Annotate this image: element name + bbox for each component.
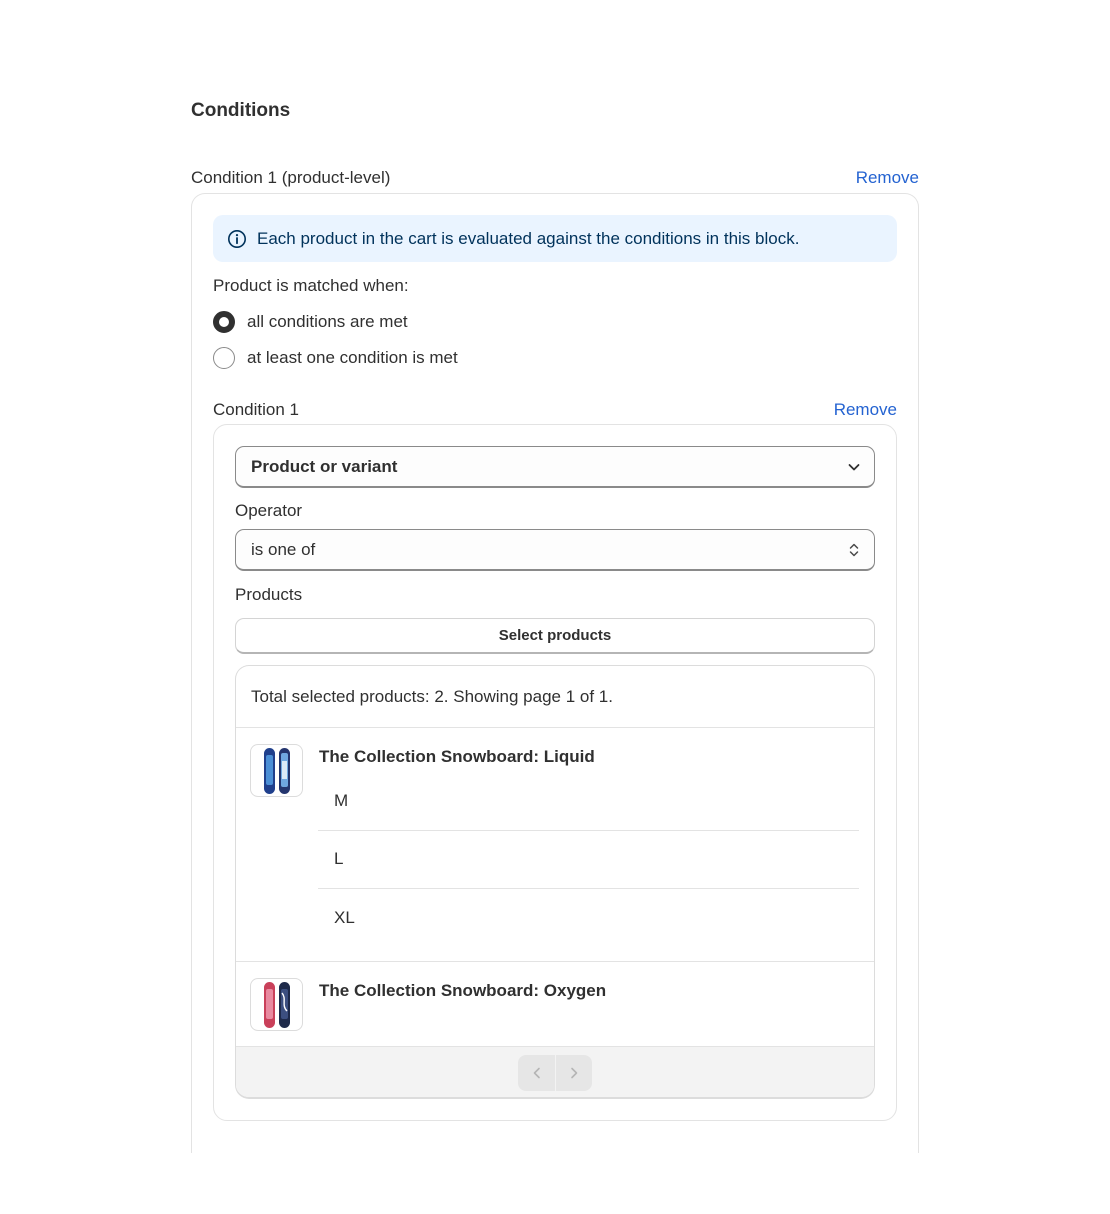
select-products-button[interactable]: Select products [235, 618, 875, 654]
radio-all-conditions[interactable]: all conditions are met [213, 311, 408, 333]
variant-item: M [318, 772, 859, 831]
outer-condition-header: Condition 1 (product-level) Remove [191, 168, 919, 188]
section-title: Conditions [191, 100, 291, 121]
radio-any-condition[interactable]: at least one condition is met [213, 347, 458, 369]
product-title: The Collection Snowboard: Oxygen [319, 981, 607, 1000]
radio-all-conditions-label: all conditions are met [247, 312, 408, 331]
chevron-left-icon [533, 1067, 540, 1078]
chevron-down-icon [848, 463, 860, 470]
selected-products-summary: Total selected products: 2. Showing page… [236, 666, 874, 728]
outer-condition-label: Condition 1 (product-level) [191, 168, 391, 187]
products-label: Products [235, 585, 303, 604]
radio-any-condition-label: at least one condition is met [247, 348, 458, 367]
pagination [518, 1054, 592, 1091]
operator-label: Operator [235, 501, 303, 520]
operator-value: is one of [251, 539, 316, 559]
product-item: The Collection Snowboard: Oxygen [236, 962, 874, 1047]
previous-page-button[interactable] [518, 1055, 555, 1091]
match-mode-label: Product is matched when: [213, 276, 409, 295]
outer-condition-card: Each product in the cart is evaluated ag… [191, 193, 919, 1153]
info-banner-text: Each product in the cart is evaluated ag… [257, 228, 800, 248]
info-icon [228, 229, 246, 248]
variant-item: L [318, 831, 859, 889]
remove-outer-condition-link[interactable]: Remove [856, 168, 919, 188]
snowboard-image-icon [263, 747, 290, 794]
chevron-right-icon [571, 1067, 578, 1078]
inner-condition-card: Product or variant Operator is one of Pr… [213, 424, 897, 1121]
variant-list: M L XL [318, 772, 859, 948]
select-arrows-icon [849, 543, 859, 556]
radio-checked-icon[interactable] [213, 311, 235, 333]
pagination-footer [236, 1047, 874, 1097]
operator-select[interactable]: is one of [235, 529, 875, 571]
condition-type-select[interactable]: Product or variant [235, 446, 875, 488]
radio-unchecked-icon[interactable] [213, 347, 235, 369]
inner-condition-header: Condition 1 Remove [213, 400, 897, 420]
info-banner: Each product in the cart is evaluated ag… [213, 215, 897, 262]
variant-item: XL [334, 908, 355, 928]
condition-type-value: Product or variant [251, 456, 398, 476]
product-title: The Collection Snowboard: Liquid [319, 747, 595, 766]
next-page-button[interactable] [555, 1054, 592, 1091]
inner-condition-label: Condition 1 [213, 400, 300, 419]
product-thumbnail [250, 744, 303, 797]
snowboard-image-icon [263, 981, 290, 1028]
remove-inner-condition-link[interactable]: Remove [834, 400, 897, 420]
product-item: The Collection Snowboard: Liquid M L XL [236, 728, 874, 962]
product-thumbnail [250, 978, 303, 1031]
selected-products-list: Total selected products: 2. Showing page… [235, 665, 875, 1099]
